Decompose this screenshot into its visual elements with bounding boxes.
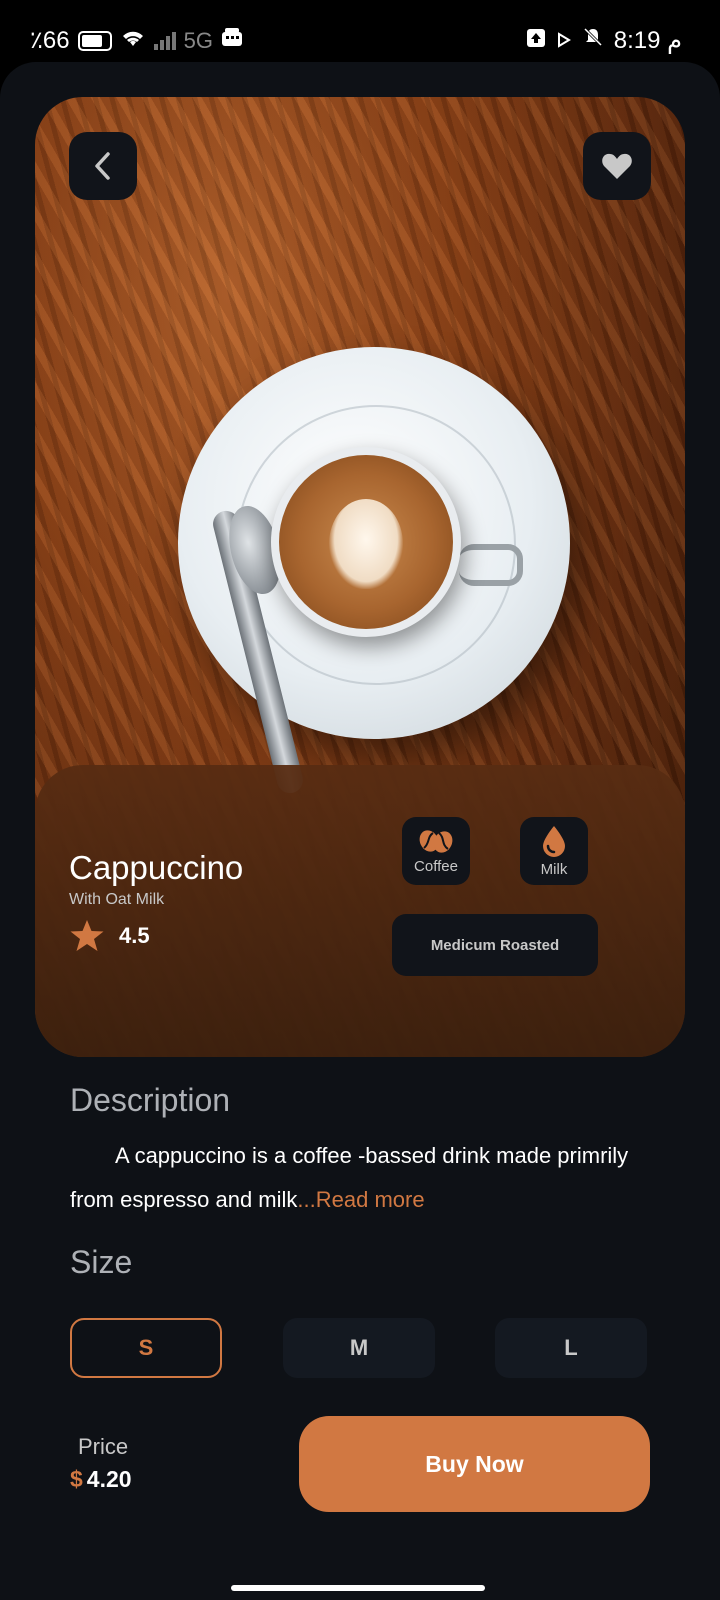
signal-icon <box>153 31 176 50</box>
heart-icon <box>602 153 632 179</box>
upload-icon <box>526 27 546 55</box>
coffee-beans-icon <box>419 829 453 853</box>
tag-label: Coffee <box>414 857 458 875</box>
home-indicator[interactable] <box>231 1585 485 1591</box>
network-type: 5G <box>183 27 213 53</box>
tag-label: Milk <box>540 860 568 878</box>
battery-percent: ٪66 <box>30 27 70 54</box>
buy-now-button[interactable]: Buy Now <box>299 1416 650 1512</box>
cup-handle-image <box>459 544 523 586</box>
star-icon <box>70 920 104 951</box>
wifi-icon <box>120 28 146 54</box>
roast-badge: Medicum Roasted <box>392 914 598 976</box>
product-info-panel: Cappuccino With Oat Milk 4.5 Coffee Milk… <box>35 765 685 1057</box>
product-subtitle: With Oat Milk <box>69 891 165 908</box>
status-left: ٪66 5G <box>30 26 243 55</box>
description-text: A cappuccino is a coffee -bassed drink m… <box>70 1134 670 1222</box>
product-name: Cappuccino <box>69 849 244 886</box>
size-option-l[interactable]: L <box>495 1318 647 1378</box>
play-icon <box>556 27 572 55</box>
size-option-s[interactable]: S <box>70 1318 222 1378</box>
price-value: $4.20 <box>70 1466 132 1493</box>
price-amount: 4.20 <box>86 1466 132 1492</box>
battery-icon <box>77 30 112 51</box>
status-right: 8:19 م <box>526 26 682 55</box>
currency-symbol: $ <box>70 1466 83 1492</box>
tag-coffee: Coffee <box>402 817 470 885</box>
price-label: Price <box>78 1434 129 1459</box>
size-option-m[interactable]: M <box>283 1318 435 1378</box>
mute-bell-icon <box>582 26 604 55</box>
size-heading: Size <box>70 1244 133 1280</box>
tag-milk: Milk <box>520 817 588 885</box>
status-bar: ٪66 5G 8:19 م <box>0 0 720 62</box>
rating: 4.5 <box>69 919 150 953</box>
description-heading: Description <box>70 1082 231 1118</box>
phone-icon <box>221 27 243 54</box>
back-button[interactable] <box>69 132 137 200</box>
favorite-button[interactable] <box>583 132 651 200</box>
read-more-link[interactable]: ...Read more <box>297 1187 424 1212</box>
chevron-left-icon <box>95 152 110 180</box>
rating-value: 4.5 <box>119 923 150 948</box>
milk-drop-icon <box>543 825 565 857</box>
latte-art <box>329 499 403 589</box>
coffee-surface <box>279 455 453 629</box>
product-hero-image: Cappuccino With Oat Milk 4.5 Coffee Milk… <box>35 97 685 1057</box>
clock-time: 8:19 م <box>613 27 682 54</box>
cup-image <box>271 447 461 637</box>
